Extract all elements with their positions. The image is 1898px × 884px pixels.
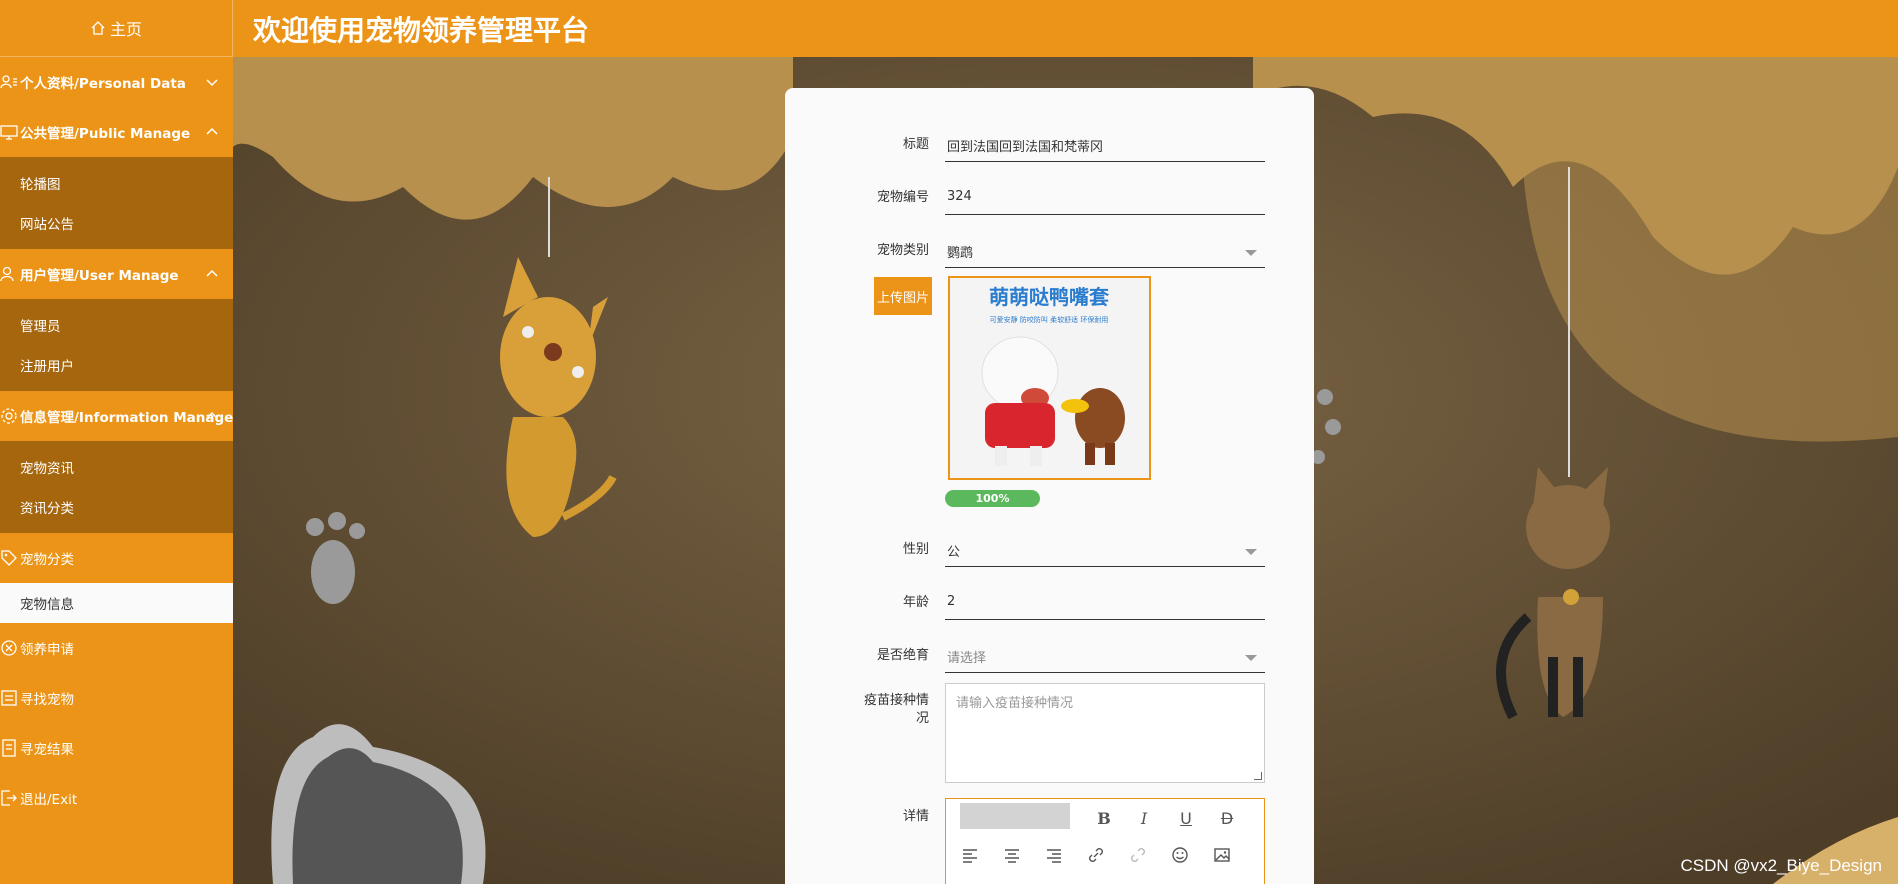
- link-icon[interactable]: [1084, 843, 1108, 867]
- sidebar-item-registered-users[interactable]: 注册用户: [0, 345, 233, 385]
- document-icon: [0, 739, 18, 757]
- sidebar-item-carousel[interactable]: 轮播图: [0, 163, 233, 203]
- italic-icon[interactable]: I: [1132, 806, 1156, 830]
- menu-adopt-apply-label: 领养申请: [20, 642, 74, 658]
- sterilized-label: 是否绝育: [876, 648, 929, 663]
- image-subtitle-text: 可爱安静 防咬防叫 柔软舒适 环保耐用: [990, 315, 1109, 324]
- emoji-icon[interactable]: [1168, 843, 1192, 867]
- title-input[interactable]: 回到法国回到法国和梵蒂冈: [945, 128, 1265, 162]
- gender-select[interactable]: 公: [945, 533, 1265, 567]
- menu-information-manage[interactable]: 信息管理/Information Manage: [0, 391, 233, 441]
- sidebar-item-pet-news[interactable]: 宠物资讯: [0, 447, 233, 487]
- user-icon: [0, 265, 18, 283]
- rich-text-editor[interactable]: B I U D: [945, 798, 1265, 884]
- chevron-up-icon: [205, 267, 219, 281]
- badge-icon: [0, 639, 18, 657]
- menu-find-pet-label: 寻找宠物: [20, 692, 74, 708]
- menu-pet-category[interactable]: 宠物分类: [0, 533, 233, 583]
- bold-icon[interactable]: B: [1092, 806, 1116, 830]
- chevron-up-icon: [205, 409, 219, 423]
- sidebar-item-news-category[interactable]: 资讯分类: [0, 487, 233, 527]
- menu-personal-data-label: 个人资料/Personal Data: [20, 76, 186, 92]
- align-center-icon[interactable]: [1000, 843, 1024, 867]
- sidebar-home-label: 主页: [109, 20, 142, 39]
- image-title-text: 萌萌哒鸭嘴套: [989, 285, 1109, 309]
- uploaded-image-preview[interactable]: 萌萌哒鸭嘴套 可爱安静 防咬防叫 柔软舒适 环保耐用: [948, 276, 1151, 480]
- pet-no-input[interactable]: 324: [945, 181, 1265, 215]
- title-label: 标题: [902, 137, 929, 152]
- watermark: CSDN @vx2_Biye_Design: [1680, 856, 1882, 875]
- strikethrough-icon[interactable]: D: [1215, 806, 1239, 830]
- menu-user-manage-label: 用户管理/User Manage: [20, 268, 179, 284]
- exit-icon: [0, 789, 18, 807]
- submenu-user-manage: 管理员 注册用户: [0, 299, 233, 391]
- align-right-icon[interactable]: [1042, 843, 1066, 867]
- monitor-icon: [0, 123, 18, 141]
- upload-image-button[interactable]: 上传图片: [874, 277, 932, 315]
- pet-no-label: 宠物编号: [876, 190, 929, 205]
- submenu-public-manage: 轮播图 网站公告: [0, 157, 233, 249]
- page-header: 欢迎使用宠物领养管理平台: [233, 0, 1898, 57]
- menu-pet-category-label: 宠物分类: [20, 552, 74, 568]
- sidebar: 主页 个人资料/Personal Data 公共管理/Public Manage…: [0, 0, 233, 884]
- tag-icon: [0, 549, 18, 567]
- sidebar-item-notice[interactable]: 网站公告: [0, 203, 233, 243]
- menu-information-manage-label: 信息管理/Information Manage: [20, 410, 233, 426]
- underline-icon[interactable]: U: [1174, 806, 1198, 830]
- resize-handle[interactable]: [1254, 772, 1262, 780]
- detail-label: 详情: [902, 809, 929, 824]
- vaccine-textarea[interactable]: 请输入疫苗接种情况: [945, 683, 1265, 783]
- menu-user-manage[interactable]: 用户管理/User Manage: [0, 249, 233, 299]
- menu-find-result[interactable]: 寻宠结果: [0, 723, 233, 773]
- submenu-information-manage: 宠物资讯 资讯分类: [0, 441, 233, 533]
- menu-find-result-label: 寻宠结果: [20, 742, 74, 758]
- menu-logout[interactable]: 退出/Exit: [0, 773, 233, 823]
- chevron-down-icon: [205, 75, 219, 89]
- image-icon[interactable]: [1210, 843, 1234, 867]
- pet-type-select[interactable]: 鹦鹉: [945, 234, 1265, 268]
- gender-label: 性别: [902, 542, 929, 557]
- sidebar-item-pet-info[interactable]: 宠物信息: [0, 583, 233, 623]
- menu-public-manage-label: 公共管理/Public Manage: [20, 126, 191, 142]
- list-icon: [0, 689, 18, 707]
- unlink-icon[interactable]: [1126, 843, 1150, 867]
- menu-public-manage[interactable]: 公共管理/Public Manage: [0, 107, 233, 157]
- menu-logout-label: 退出/Exit: [20, 792, 78, 808]
- font-size-select[interactable]: [960, 803, 1070, 829]
- menu-personal-data[interactable]: 个人资料/Personal Data: [0, 57, 233, 107]
- upload-progress-bar: 100%: [945, 490, 1040, 507]
- menu-adopt-apply[interactable]: 领养申请: [0, 623, 233, 673]
- sterilized-select[interactable]: 请选择: [945, 639, 1265, 673]
- pet-type-label: 宠物类别: [876, 243, 929, 258]
- page-title: 欢迎使用宠物领养管理平台: [253, 13, 590, 47]
- user-card-icon: [0, 73, 18, 91]
- home-icon: [90, 20, 106, 36]
- vaccine-label: 疫苗接种情况: [863, 693, 929, 726]
- age-label: 年龄: [902, 595, 929, 610]
- sidebar-home[interactable]: 主页: [0, 0, 233, 57]
- pet-form-card: 标题 回到法国回到法国和梵蒂冈 宠物编号 324 宠物类别 鹦鹉 上传图片 萌萌…: [785, 88, 1314, 884]
- menu-find-pet[interactable]: 寻找宠物: [0, 673, 233, 723]
- align-left-icon[interactable]: [958, 843, 982, 867]
- chevron-up-icon: [205, 125, 219, 139]
- vaccine-placeholder: 请输入疫苗接种情况: [956, 696, 1074, 711]
- sidebar-item-admin[interactable]: 管理员: [0, 305, 233, 345]
- gear-icon: [0, 407, 18, 425]
- age-input[interactable]: 2: [945, 586, 1265, 620]
- pet-photo-image: 萌萌哒鸭嘴套 可爱安静 防咬防叫 柔软舒适 环保耐用: [950, 278, 1149, 478]
